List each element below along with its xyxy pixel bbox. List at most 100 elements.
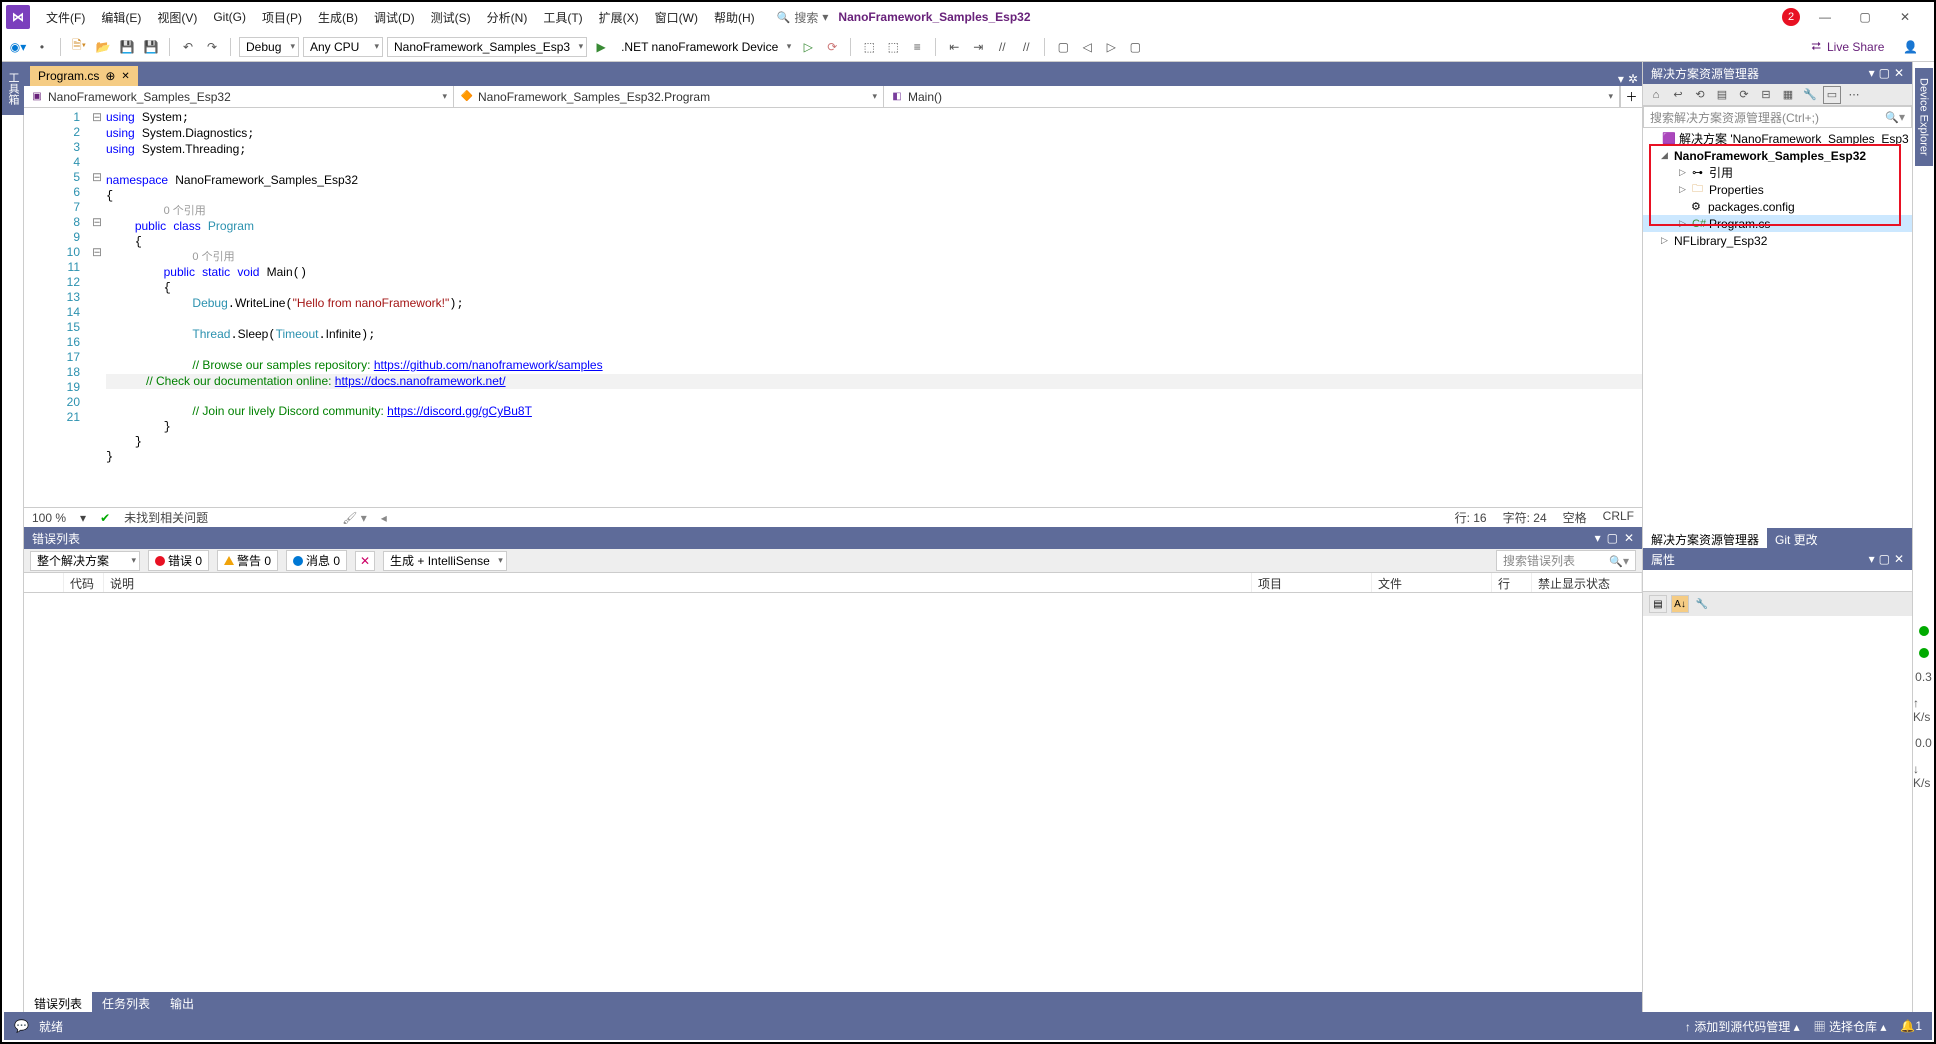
col-supp[interactable]: 禁止显示状态 bbox=[1532, 573, 1642, 592]
tree-solution-root[interactable]: 🟪 解决方案 'NanoFramework_Samples_Esp3 bbox=[1643, 130, 1912, 147]
save-all-icon[interactable]: 💾 bbox=[141, 37, 161, 57]
tree-program-cs[interactable]: ▷C# Program.cs bbox=[1643, 215, 1912, 232]
col-file[interactable]: 文件 bbox=[1372, 573, 1492, 592]
col-line[interactable]: 行 bbox=[1492, 573, 1532, 592]
menu-item[interactable]: 视图(V) bbox=[149, 5, 205, 30]
new-item-icon[interactable]: 🗎▾ bbox=[69, 37, 89, 57]
menu-item[interactable]: 分析(N) bbox=[479, 5, 536, 30]
tab-output[interactable]: 输出 bbox=[160, 992, 204, 1012]
tab-program-cs[interactable]: Program.cs ⊕ ✕ bbox=[30, 66, 138, 86]
code-editor[interactable]: 123456789101112131415161718192021 ⊟⊟⊟⊟ u… bbox=[24, 108, 1642, 507]
zoom-level[interactable]: 100 % bbox=[32, 511, 66, 525]
pane-pin-icon[interactable]: ▢ bbox=[1879, 66, 1890, 80]
pane-pin-icon[interactable]: ▢ bbox=[1879, 552, 1890, 566]
pane-dropdown-icon[interactable]: ▾ bbox=[1869, 552, 1875, 566]
pane-close-icon[interactable]: ✕ bbox=[1894, 552, 1904, 566]
col-desc[interactable]: 说明 bbox=[104, 573, 1252, 592]
tab-error-list[interactable]: 错误列表 bbox=[24, 992, 92, 1012]
tree-nflibrary[interactable]: ▷ NFLibrary_Esp32 bbox=[1643, 232, 1912, 249]
sol-showall-icon[interactable]: ▦ bbox=[1779, 86, 1797, 104]
sol-refresh-icon[interactable]: ⟳ bbox=[1735, 86, 1753, 104]
filter-clear-icon[interactable]: ✕ bbox=[355, 551, 375, 571]
code-content[interactable]: using System; using System.Diagnostics; … bbox=[106, 108, 1642, 507]
refresh-icon[interactable]: ⟳ bbox=[822, 37, 842, 57]
live-share-button[interactable]: ⮂ Live Share 👤 bbox=[1811, 39, 1928, 54]
tree-project[interactable]: ◢ NanoFramework_Samples_Esp32 bbox=[1643, 147, 1912, 164]
sol-more-icon[interactable]: ⋯ bbox=[1845, 86, 1863, 104]
solution-tree[interactable]: 🟪 解决方案 'NanoFramework_Samples_Esp3 ◢ Nan… bbox=[1643, 128, 1912, 528]
brush-icon[interactable]: 🖌 ▾ bbox=[342, 511, 367, 525]
notification-badge[interactable]: 2 bbox=[1782, 8, 1800, 26]
error-search-input[interactable]: 搜索错误列表 ▾ bbox=[1496, 550, 1636, 571]
menu-item[interactable]: 项目(P) bbox=[254, 5, 310, 30]
feedback-icon[interactable]: 💬 bbox=[14, 1019, 29, 1033]
prop-wrench-icon[interactable]: 🔧 bbox=[1693, 595, 1711, 613]
tab-overflow-icon[interactable]: ▾ bbox=[1618, 72, 1624, 86]
menu-item[interactable]: 测试(S) bbox=[423, 5, 479, 30]
menu-item[interactable]: 扩展(X) bbox=[591, 5, 647, 30]
col-project[interactable]: 项目 bbox=[1252, 573, 1372, 592]
indent-mode[interactable]: 空格 bbox=[1563, 509, 1587, 526]
tree-packages-config[interactable]: ⚙ packages.config bbox=[1643, 198, 1912, 215]
class-combo[interactable]: 🔶 NanoFramework_Samples_Esp32.Program bbox=[454, 86, 884, 107]
sol-tool1-icon[interactable]: ▤ bbox=[1713, 86, 1731, 104]
indent-dec-icon[interactable]: ⇤ bbox=[944, 37, 964, 57]
solution-search-input[interactable]: 搜索解决方案资源管理器(Ctrl+;) ▾ bbox=[1643, 106, 1912, 128]
error-list-header[interactable]: 错误列表 ▾▢✕ bbox=[24, 527, 1642, 549]
target-combo[interactable]: .NET nanoFramework Device bbox=[615, 37, 794, 57]
start-nodebug-icon[interactable]: ▷ bbox=[798, 37, 818, 57]
bookmark-icon[interactable]: ▢ bbox=[1053, 37, 1073, 57]
tab-close-icon[interactable]: ✕ bbox=[121, 71, 129, 82]
tab-settings-icon[interactable]: ✲ bbox=[1628, 72, 1638, 86]
close-button[interactable]: ✕ bbox=[1890, 7, 1920, 27]
solution-explorer-header[interactable]: 解决方案资源管理器 ▾▢✕ bbox=[1643, 62, 1912, 84]
bm-clear-icon[interactable]: ▢ bbox=[1125, 37, 1145, 57]
notifications-button[interactable]: 🔔1 bbox=[1900, 1019, 1922, 1033]
indent-inc-icon[interactable]: ⇥ bbox=[968, 37, 988, 57]
menu-item[interactable]: 窗口(W) bbox=[647, 5, 706, 30]
menu-item[interactable]: 调试(D) bbox=[366, 5, 423, 30]
menu-item[interactable]: 帮助(H) bbox=[706, 5, 763, 30]
title-search[interactable]: 搜索 ▾ bbox=[777, 9, 829, 26]
menu-item[interactable]: 文件(F) bbox=[38, 5, 93, 30]
filter-messages[interactable]: 消息 0 bbox=[286, 550, 347, 571]
config-combo[interactable]: Debug bbox=[239, 37, 299, 57]
pane-dropdown-icon[interactable]: ▾ bbox=[1869, 66, 1875, 80]
start-debug-icon[interactable]: ▶ bbox=[591, 37, 611, 57]
uncomment-icon[interactable]: // bbox=[1016, 37, 1036, 57]
account-icon[interactable]: 👤 bbox=[1903, 40, 1918, 54]
minimize-button[interactable]: — bbox=[1810, 7, 1840, 27]
caret-line[interactable]: 行: 16 bbox=[1455, 509, 1487, 526]
open-icon[interactable]: 📂 bbox=[93, 37, 113, 57]
maximize-button[interactable]: ▢ bbox=[1850, 7, 1880, 27]
tree-properties[interactable]: ▷🗀 Properties bbox=[1643, 181, 1912, 198]
error-list-columns[interactable]: 代码 说明 项目 文件 行 禁止显示状态 bbox=[24, 573, 1642, 593]
fold-column[interactable]: ⊟⊟⊟⊟ bbox=[88, 108, 106, 507]
device-explorer-tab[interactable]: Device Explorer bbox=[1915, 68, 1933, 166]
repo-select-button[interactable]: ▦ 选择仓库 ▴ bbox=[1814, 1018, 1887, 1035]
menu-item[interactable]: Git(G) bbox=[205, 6, 254, 28]
platform-combo[interactable]: Any CPU bbox=[303, 37, 383, 57]
caret-col[interactable]: 字符: 24 bbox=[1503, 509, 1547, 526]
menu-item[interactable]: 生成(B) bbox=[310, 5, 366, 30]
sol-home-icon[interactable]: ⌂ bbox=[1647, 86, 1665, 104]
properties-header[interactable]: 属性 ▾▢✕ bbox=[1643, 548, 1912, 570]
tree-references[interactable]: ▷⊶ 引用 bbox=[1643, 164, 1912, 181]
nav-fwd-icon[interactable]: • bbox=[32, 37, 52, 57]
source-control-button[interactable]: ↑ 添加到源代码管理 ▴ bbox=[1685, 1018, 1800, 1035]
tab-solution-explorer[interactable]: 解决方案资源管理器 bbox=[1643, 528, 1767, 548]
startup-combo[interactable]: NanoFramework_Samples_Esp3 bbox=[387, 37, 587, 57]
alphabetical-icon[interactable]: A↓ bbox=[1671, 595, 1689, 613]
error-mode-combo[interactable]: 生成 + IntelliSense bbox=[383, 551, 507, 571]
pane-pin-icon[interactable]: ▢ bbox=[1607, 531, 1618, 545]
menu-item[interactable]: 编辑(E) bbox=[93, 5, 149, 30]
eol-mode[interactable]: CRLF bbox=[1603, 509, 1634, 526]
nav-back-icon[interactable]: ◉▾ bbox=[8, 37, 28, 57]
sol-collapse-icon[interactable]: ⊟ bbox=[1757, 86, 1775, 104]
split-icon[interactable]: ＋ bbox=[1620, 86, 1642, 107]
tab-pin-icon[interactable]: ⊕ bbox=[105, 69, 115, 83]
sol-sync-icon[interactable]: ⟲ bbox=[1691, 86, 1709, 104]
redo-icon[interactable]: ↷ bbox=[202, 37, 222, 57]
pane-close-icon[interactable]: ✕ bbox=[1894, 66, 1904, 80]
sol-back-icon[interactable]: ↩ bbox=[1669, 86, 1687, 104]
